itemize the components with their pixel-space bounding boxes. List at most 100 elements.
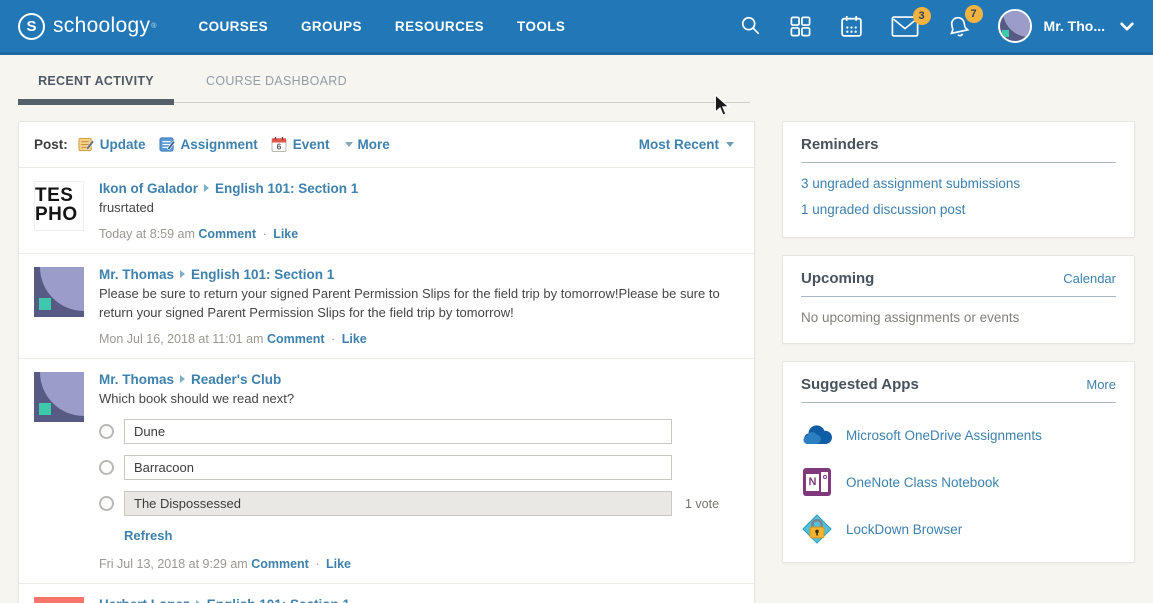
app-row-onedrive[interactable]: Microsoft OneDrive Assignments [801, 420, 1116, 450]
feed-item: Herbert LopezEnglish 101: Section 1 My n… [19, 583, 754, 603]
suggested-apps-more-link[interactable]: More [1086, 377, 1116, 392]
timestamp: Mon Jul 16, 2018 at 11:01 am [99, 332, 263, 346]
group-link[interactable]: Reader's Club [191, 372, 281, 387]
tab-underline [18, 99, 750, 105]
suggested-apps-card: Suggested Apps More Microsoft OneDrive A… [782, 361, 1135, 563]
author-link[interactable]: Mr. Thomas [99, 267, 174, 282]
avatar[interactable] [34, 267, 84, 317]
poll-radio[interactable] [99, 496, 114, 511]
user-menu-name[interactable]: Mr. Tho... [1044, 18, 1105, 34]
post-footer: Fri Jul 13, 2018 at 9:29 am Comment · Li… [99, 557, 739, 571]
course-link[interactable]: English 101: Section 1 [215, 181, 358, 196]
sort-caret-icon [726, 142, 734, 147]
notifications-badge: 7 [965, 5, 983, 23]
user-avatar[interactable] [998, 9, 1032, 43]
messages-icon[interactable]: 3 [891, 16, 919, 37]
schoology-logo[interactable]: S schoology ® [18, 13, 156, 40]
poll-option: Barracoon [99, 455, 739, 480]
nav-link-tools[interactable]: TOOLS [517, 19, 565, 34]
poll-radio[interactable] [99, 424, 114, 439]
post-header: Mr. Thomas Reader's Club [99, 372, 739, 387]
post-header: Herbert Lopez English 101: Section 1 [99, 597, 739, 603]
author-link[interactable]: Mr. Thomas [99, 372, 174, 387]
post-header: Mr. Thomas English 101: Section 1 [99, 267, 739, 282]
comment-link[interactable]: Comment [251, 557, 309, 571]
like-link[interactable]: Like [326, 557, 351, 571]
schoology-logo-icon: S [18, 13, 45, 40]
search-icon[interactable] [740, 15, 762, 37]
app-row-lockdown-browser[interactable]: LockDown Browser [801, 514, 1116, 544]
notifications-icon[interactable]: 7 [946, 14, 971, 39]
reminders-card: Reminders 3 ungraded assignment submissi… [782, 121, 1135, 238]
upcoming-card: Upcoming Calendar No upcoming assignment… [782, 255, 1135, 344]
onedrive-cloud-icon [801, 420, 833, 450]
dashboard-tabbar: RECENT ACTIVITY COURSE DASHBOARD [0, 55, 1153, 106]
app-name: Microsoft OneDrive Assignments [846, 428, 1042, 443]
course-link[interactable]: English 101: Section 1 [207, 597, 350, 603]
comment-link[interactable]: Comment [198, 227, 256, 241]
post-header: Ikon of Galador English 101: Section 1 [99, 181, 739, 196]
app-grid-icon[interactable] [789, 15, 812, 38]
sort-most-recent-dropdown[interactable]: Most Recent [639, 137, 739, 152]
poll-radio[interactable] [99, 460, 114, 475]
calendar-link[interactable]: Calendar [1063, 271, 1116, 286]
post-footer: Mon Jul 16, 2018 at 11:01 am Comment · L… [99, 332, 739, 346]
poll-option-label: The Dispossessed [124, 491, 672, 516]
messages-badge: 3 [913, 7, 931, 25]
avatar[interactable] [34, 372, 84, 422]
post-label: Post: [34, 137, 68, 152]
post-body: frusrtated [99, 199, 739, 218]
post-assignment-button[interactable]: Assignment [159, 136, 258, 153]
brand-name: schoology [53, 14, 150, 38]
breadcrumb-arrow-icon [180, 375, 185, 383]
reminder-ungraded-assignments-link[interactable]: 3 ungraded assignment submissions [801, 176, 1116, 191]
more-caret-icon [345, 142, 353, 147]
like-link[interactable]: Like [342, 332, 367, 346]
app-name: OneNote Class Notebook [846, 475, 999, 490]
post-footer: Today at 8:59 am Comment · Like [99, 227, 739, 241]
breadcrumb-arrow-icon [204, 184, 209, 192]
chevron-down-icon[interactable] [1119, 20, 1135, 33]
author-link[interactable]: Herbert Lopez [99, 597, 190, 603]
reminders-title: Reminders [801, 136, 879, 153]
post-update-button[interactable]: Update [78, 136, 146, 153]
nav-link-courses[interactable]: COURSES [198, 19, 268, 34]
onenote-icon: N [801, 467, 833, 497]
like-link[interactable]: Like [273, 227, 298, 241]
trademark-mark: ® [151, 23, 156, 30]
poll-option: Dune [99, 419, 739, 444]
upcoming-empty-message: No upcoming assignments or events [801, 310, 1116, 325]
timestamp: Fri Jul 13, 2018 at 9:29 am [99, 557, 248, 571]
poll-vote-count: 1 vote [685, 497, 719, 511]
avatar[interactable]: TES PHO [34, 181, 84, 231]
post-event-button[interactable]: 6 Event [271, 136, 330, 153]
avatar[interactable] [34, 597, 84, 603]
primary-nav: COURSES GROUPS RESOURCES TOOLS [198, 19, 598, 34]
poll-refresh-link[interactable]: Refresh [124, 528, 172, 543]
tab-recent-activity[interactable]: RECENT ACTIVITY [18, 74, 174, 97]
nav-link-resources[interactable]: RESOURCES [395, 19, 484, 34]
calendar-icon[interactable] [839, 14, 864, 39]
tab-course-dashboard[interactable]: COURSE DASHBOARD [206, 74, 347, 97]
author-link[interactable]: Ikon of Galador [99, 181, 198, 196]
top-navbar: S schoology ® COURSES GROUPS RESOURCES T… [0, 0, 1153, 55]
poll: Dune Barracoon The Dispossessed 1 vote R… [99, 419, 739, 548]
breadcrumb-arrow-icon [180, 270, 185, 278]
comment-link[interactable]: Comment [267, 332, 325, 346]
post-more-button[interactable]: More [343, 137, 390, 152]
poll-option-label: Dune [124, 419, 672, 444]
course-link[interactable]: English 101: Section 1 [191, 267, 334, 282]
divider [801, 402, 1116, 403]
feed-item: Mr. ThomasEnglish 101: Section 1 Please … [19, 253, 754, 358]
activity-feed-card: Post: Update Assi [18, 121, 755, 603]
assignment-icon [159, 136, 176, 153]
nav-link-groups[interactable]: GROUPS [301, 19, 362, 34]
timestamp: Today at 8:59 am [99, 227, 195, 241]
right-sidebar: Reminders 3 ungraded assignment submissi… [782, 121, 1135, 563]
divider [801, 296, 1116, 297]
poll-question: Which book should we read next? [99, 390, 739, 409]
svg-text:6: 6 [276, 142, 281, 152]
upcoming-title: Upcoming [801, 270, 874, 287]
app-row-onenote[interactable]: N OneNote Class Notebook [801, 467, 1116, 497]
reminder-ungraded-discussion-link[interactable]: 1 ungraded discussion post [801, 202, 1116, 217]
